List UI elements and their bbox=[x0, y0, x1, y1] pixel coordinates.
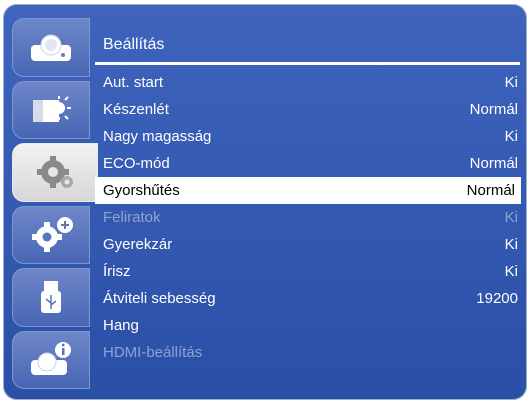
menu-item-value: Ki bbox=[504, 74, 518, 91]
menu-item-baud-rate[interactable]: Átviteli sebesség 19200 bbox=[95, 285, 524, 312]
menu-item-iris[interactable]: Írisz Ki bbox=[95, 258, 524, 285]
osd-menu-frame: Beállítás Aut. start Ki Készenlét Normál… bbox=[3, 4, 527, 400]
usb-icon bbox=[41, 281, 61, 314]
menu-item-high-altitude[interactable]: Nagy magasság Ki bbox=[95, 123, 524, 150]
title-divider bbox=[95, 62, 520, 65]
image-brightness-icon bbox=[33, 95, 71, 122]
menu-item-value: Normál bbox=[469, 155, 518, 172]
menu-item-label: HDMI-beállítás bbox=[103, 344, 203, 361]
menu-item-hdmi-settings: HDMI-beállítás bbox=[95, 339, 524, 366]
menu-item-label: Készenlét bbox=[103, 101, 169, 118]
gear-advanced-icon bbox=[32, 216, 73, 252]
menu-item-label: Nagy magasság bbox=[103, 128, 212, 145]
page-title: Beállítás bbox=[103, 36, 165, 53]
gear-settings-icon bbox=[37, 156, 73, 189]
settings-panel: Beállítás Aut. start Ki Készenlét Normál… bbox=[95, 28, 524, 403]
menu-item-eco-mode[interactable]: ECO-mód Normál bbox=[95, 150, 524, 177]
projector-icon bbox=[31, 34, 71, 62]
projector-info-icon bbox=[31, 341, 71, 375]
tab-usb[interactable] bbox=[12, 268, 90, 327]
tab-info[interactable] bbox=[12, 330, 90, 389]
menu-item-sound[interactable]: Hang bbox=[95, 312, 524, 339]
menu-item-label: Átviteli sebesség bbox=[103, 290, 216, 307]
menu-item-value: Ki bbox=[504, 263, 518, 280]
menu-item-value: 19200 bbox=[476, 290, 518, 307]
menu-item-value: Ki bbox=[504, 236, 518, 253]
menu-item-label: Gyorshűtés bbox=[103, 182, 180, 199]
menu-item-value: Normál bbox=[466, 182, 515, 199]
menu-item-label: Hang bbox=[103, 317, 139, 334]
menu-item-label: Aut. start bbox=[103, 74, 164, 91]
menu-item-child-lock[interactable]: Gyerekzár Ki bbox=[95, 231, 524, 258]
menu-item-subtitles: Feliratok Ki bbox=[95, 204, 524, 231]
menu-item-value: Ki bbox=[504, 209, 518, 226]
menu-item-standby[interactable]: Készenlét Normál bbox=[95, 96, 524, 123]
menu-item-auto-start[interactable]: Aut. start Ki bbox=[95, 69, 524, 96]
sidebar bbox=[12, 18, 98, 394]
tab-projector[interactable] bbox=[12, 18, 90, 77]
tab-settings[interactable] bbox=[12, 143, 98, 202]
menu-item-value: Normál bbox=[469, 101, 518, 118]
menu-item-label: Feliratok bbox=[103, 209, 161, 226]
tab-advanced[interactable] bbox=[12, 205, 90, 264]
menu-item-value: Ki bbox=[504, 128, 518, 145]
tab-image[interactable] bbox=[12, 80, 90, 139]
menu-item-label: ECO-mód bbox=[103, 155, 170, 172]
menu-item-label: Írisz bbox=[103, 263, 131, 280]
menu-item-label: Gyerekzár bbox=[103, 236, 173, 253]
menu-item-fast-cooling[interactable]: Gyorshűtés Normál bbox=[95, 177, 521, 204]
